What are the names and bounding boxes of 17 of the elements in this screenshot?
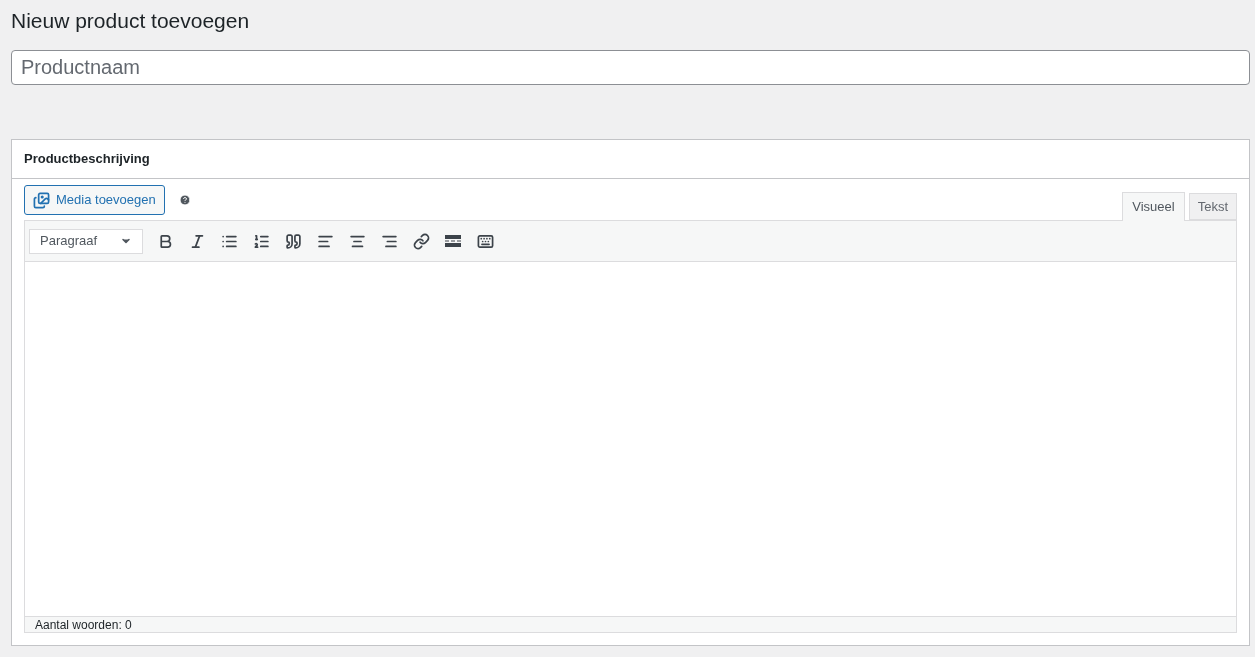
product-name-field[interactable]: Productnaam bbox=[11, 50, 1250, 85]
editor-tab[interactable]: Tekst bbox=[1188, 193, 1237, 220]
numbered-list-icon bbox=[252, 232, 270, 250]
keyboard-icon bbox=[476, 232, 494, 250]
format-select[interactable]: Paragraaf bbox=[29, 228, 143, 254]
add-media-button[interactable]: Media toevoegen bbox=[24, 185, 165, 215]
panel-title: Productbeschrijving bbox=[24, 150, 150, 169]
quote-icon bbox=[284, 232, 302, 250]
media-icon bbox=[33, 191, 50, 209]
help-icon bbox=[178, 194, 191, 206]
read-more-icon bbox=[445, 235, 461, 247]
page-title: Nieuw product toevoegen bbox=[11, 8, 251, 34]
editor-tab[interactable]: Visueel bbox=[1122, 192, 1185, 221]
word-count: Aantal woorden: 0 bbox=[35, 617, 132, 632]
link-icon bbox=[412, 232, 430, 250]
blockquote-button[interactable] bbox=[283, 231, 303, 251]
link-button[interactable] bbox=[411, 231, 431, 251]
